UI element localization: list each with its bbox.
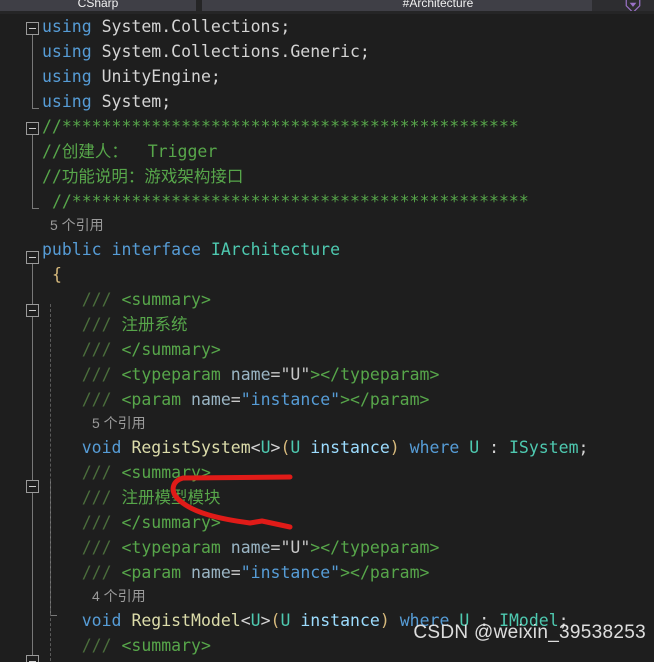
- tab-overflow-area: [604, 0, 654, 11]
- code-line-xmldoc: /// </summary>: [81, 340, 221, 359]
- codelens-method-2-label: 4 个引用: [92, 588, 146, 604]
- code-editor-screenshot: CSharp #Architecture using System.Collec…: [0, 0, 654, 662]
- codelens-method-1[interactable]: 5 个引用: [0, 412, 654, 435]
- code-line-xmldoc: /// 注册系统: [81, 315, 188, 334]
- code-line-xmldoc: /// <summary>: [81, 463, 211, 482]
- code-line-comment: //创建人： Trigger: [0, 139, 654, 164]
- comment-description: //功能说明：游戏架构接口: [42, 167, 244, 186]
- code-line-xmldoc: /// <param name="instance"></param>: [81, 563, 430, 582]
- tab-architecture-label: #Architecture: [402, 0, 474, 10]
- code-line-xmldoc: /// <param name="instance"></param>: [81, 390, 430, 409]
- code-line-xmldoc: /// </summary>: [81, 513, 221, 532]
- comment-separator-top: //**************************************…: [42, 117, 519, 136]
- tab-csharp[interactable]: CSharp: [0, 0, 196, 11]
- codelens-interface-label: 5 个引用: [50, 217, 104, 233]
- code-line-interface-decl: public interface IArchitecture: [42, 240, 341, 259]
- code-line-xmldoc: /// <typeparam name="U"></typeparam>: [81, 538, 440, 557]
- code-line: using System.Collections.Generic;: [42, 42, 370, 61]
- code-line: using System;: [42, 92, 172, 111]
- code-line-method-1: void RegistSystem<U>(U instance) where U…: [81, 438, 589, 457]
- code-line-comment: //功能说明：游戏架构接口: [0, 164, 654, 189]
- comment-author: //创建人： Trigger: [42, 142, 218, 161]
- chevron-down-circle-icon[interactable]: [624, 0, 642, 11]
- codelens-method-2[interactable]: 4 个引用: [0, 585, 654, 608]
- code-line: using System.Collections;: [42, 17, 291, 36]
- code-editor-surface[interactable]: using System.Collections; using System.C…: [0, 14, 654, 662]
- code-line-comment: //**************************************…: [0, 189, 654, 214]
- code-line-xmldoc: /// 注册模型模块: [81, 488, 221, 507]
- interface-name: IArchitecture: [210, 240, 341, 259]
- codelens-method-1-label: 5 个引用: [92, 415, 146, 431]
- code-line: {: [51, 265, 62, 284]
- editor-tab-bar: CSharp #Architecture: [0, 0, 654, 11]
- code-line: using UnityEngine;: [42, 67, 221, 86]
- tab-architecture[interactable]: #Architecture: [202, 0, 592, 11]
- comment-separator-bottom: //**************************************…: [51, 192, 529, 211]
- code-content: using System.Collections; using System.C…: [0, 14, 654, 658]
- csdn-watermark: CSDN @weixin_39538253: [413, 622, 646, 643]
- code-line-xmldoc: /// <summary>: [81, 290, 211, 309]
- codelens-interface[interactable]: 5 个引用: [0, 214, 654, 237]
- code-line-xmldoc: /// <typeparam name="U"></typeparam>: [81, 365, 440, 384]
- code-line-comment: //**************************************…: [0, 114, 654, 139]
- tab-csharp-label: CSharp: [77, 0, 119, 10]
